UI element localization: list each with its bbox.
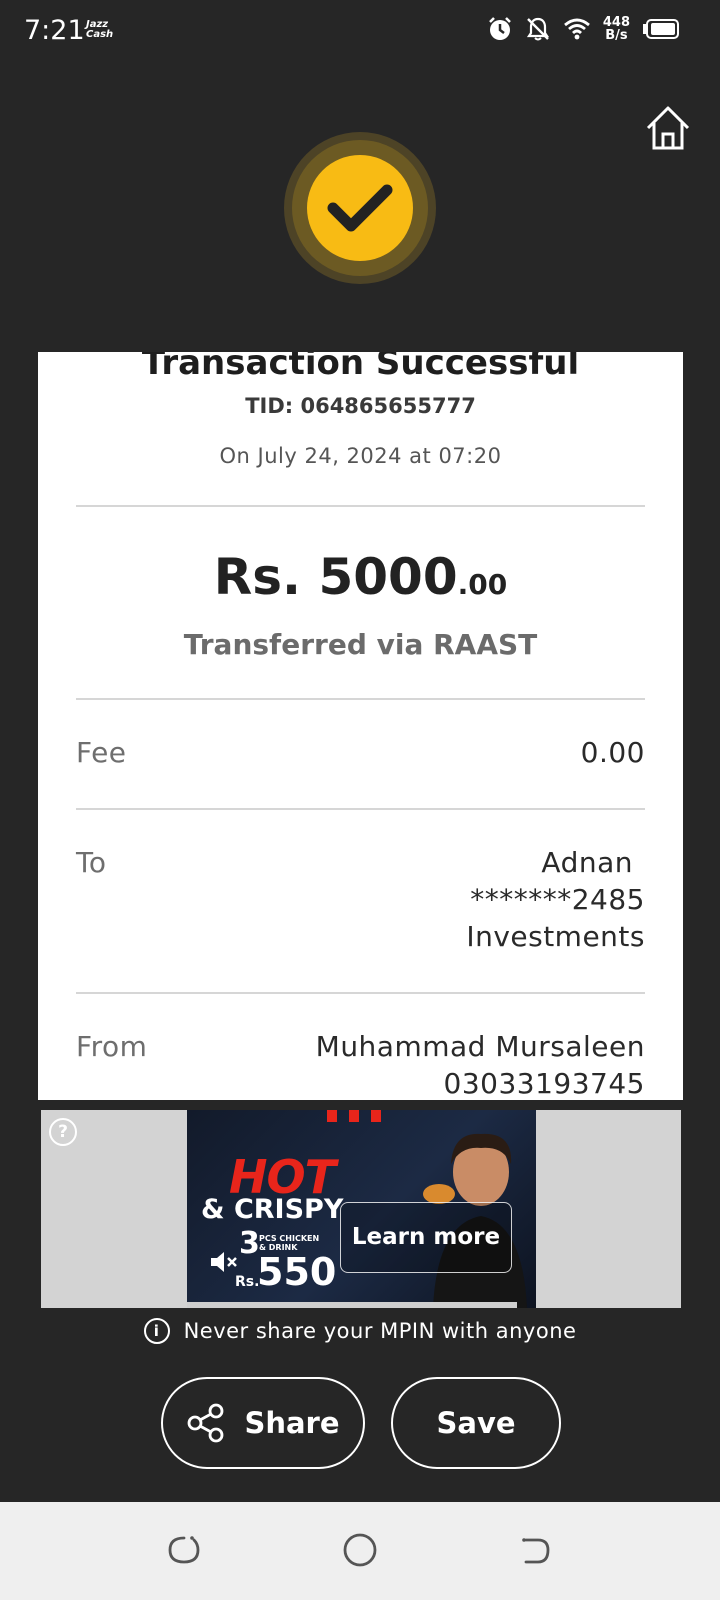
ad-image[interactable]: HOT & CRISPY 3 PCS CHICKEN & DRINK Rs. 5…	[187, 1110, 536, 1308]
from-label: From	[76, 1030, 148, 1063]
divider	[76, 698, 645, 700]
battery-icon	[643, 19, 679, 39]
sender-account: 03033193745	[443, 1067, 645, 1100]
system-nav-bar	[0, 1502, 720, 1600]
amount-decimal: .00	[457, 568, 508, 601]
fee-value: 0.00	[580, 736, 645, 769]
recipient-account: *******2485	[470, 883, 645, 916]
recipient-bank: Investments	[466, 920, 645, 953]
divider	[76, 505, 645, 507]
info-icon: i	[143, 1318, 170, 1344]
ad-pieces-line1: PCS CHICKEN	[259, 1234, 320, 1243]
save-label: Save	[436, 1406, 516, 1440]
ad-crispy-text: & CRISPY	[201, 1194, 344, 1225]
status-bar: 7:21 Jazz Cash 448 B/s	[0, 0, 720, 66]
amount-main: Rs. 5000	[213, 548, 458, 606]
home-icon[interactable]	[644, 104, 692, 152]
sender-name: Muhammad Mursaleen	[315, 1030, 645, 1063]
checkmark-icon	[327, 184, 393, 232]
network-speed: 448 B/s	[603, 16, 630, 42]
fee-label: Fee	[76, 736, 127, 769]
success-badge	[284, 132, 436, 284]
share-button[interactable]: Share	[161, 1377, 365, 1469]
mpin-warning-text: Never share your MPIN with anyone	[183, 1319, 577, 1343]
ad-progress-bar	[187, 1302, 517, 1308]
learn-more-button[interactable]: Learn more	[340, 1202, 512, 1273]
transaction-amount: Rs. 5000.00	[38, 548, 683, 606]
transaction-id: TID: 064865655777	[245, 394, 476, 418]
alarm-icon	[488, 17, 511, 40]
status-icons: 448 B/s	[487, 16, 680, 42]
receipt-card: Transaction Successful TID: 064865655777…	[38, 352, 683, 1100]
to-label: To	[76, 846, 107, 879]
ad-banner[interactable]: ? HOT & CRISPY 3 PCS CHICKEN & DRINK Rs.…	[41, 1110, 681, 1308]
ad-help-icon[interactable]: ?	[49, 1118, 77, 1146]
recipient-name: Adnan	[541, 846, 633, 879]
recents-icon[interactable]	[164, 1530, 204, 1570]
to-details: Adnan *******2485 Investments	[466, 844, 645, 955]
divider	[76, 992, 645, 994]
speed-unit: B/s	[605, 28, 628, 43]
transaction-date: On July 24, 2024 at 07:20	[219, 444, 502, 468]
jazzcash-notification-icon: Jazz Cash	[86, 20, 113, 40]
status-time: 7:21	[24, 15, 85, 46]
share-icon	[188, 1403, 224, 1443]
ad-price: 550	[257, 1250, 337, 1294]
mpin-warning: i Never share your MPIN with anyone	[0, 1318, 720, 1344]
home-nav-icon[interactable]	[340, 1530, 380, 1570]
notifications-off-icon	[526, 17, 549, 41]
mute-icon[interactable]	[207, 1246, 239, 1278]
transaction-title: Transaction Successful	[141, 352, 580, 383]
from-details: Muhammad Mursaleen 03033193745	[316, 1028, 645, 1100]
save-button[interactable]: Save	[391, 1377, 561, 1469]
divider	[76, 808, 645, 810]
ad-logo-stripes	[327, 1110, 397, 1122]
cash-text: Cash	[86, 29, 114, 40]
back-icon[interactable]	[516, 1530, 556, 1570]
transfer-method: Transferred via RAAST	[183, 628, 538, 661]
share-label: Share	[244, 1406, 340, 1440]
wifi-icon	[563, 18, 590, 40]
